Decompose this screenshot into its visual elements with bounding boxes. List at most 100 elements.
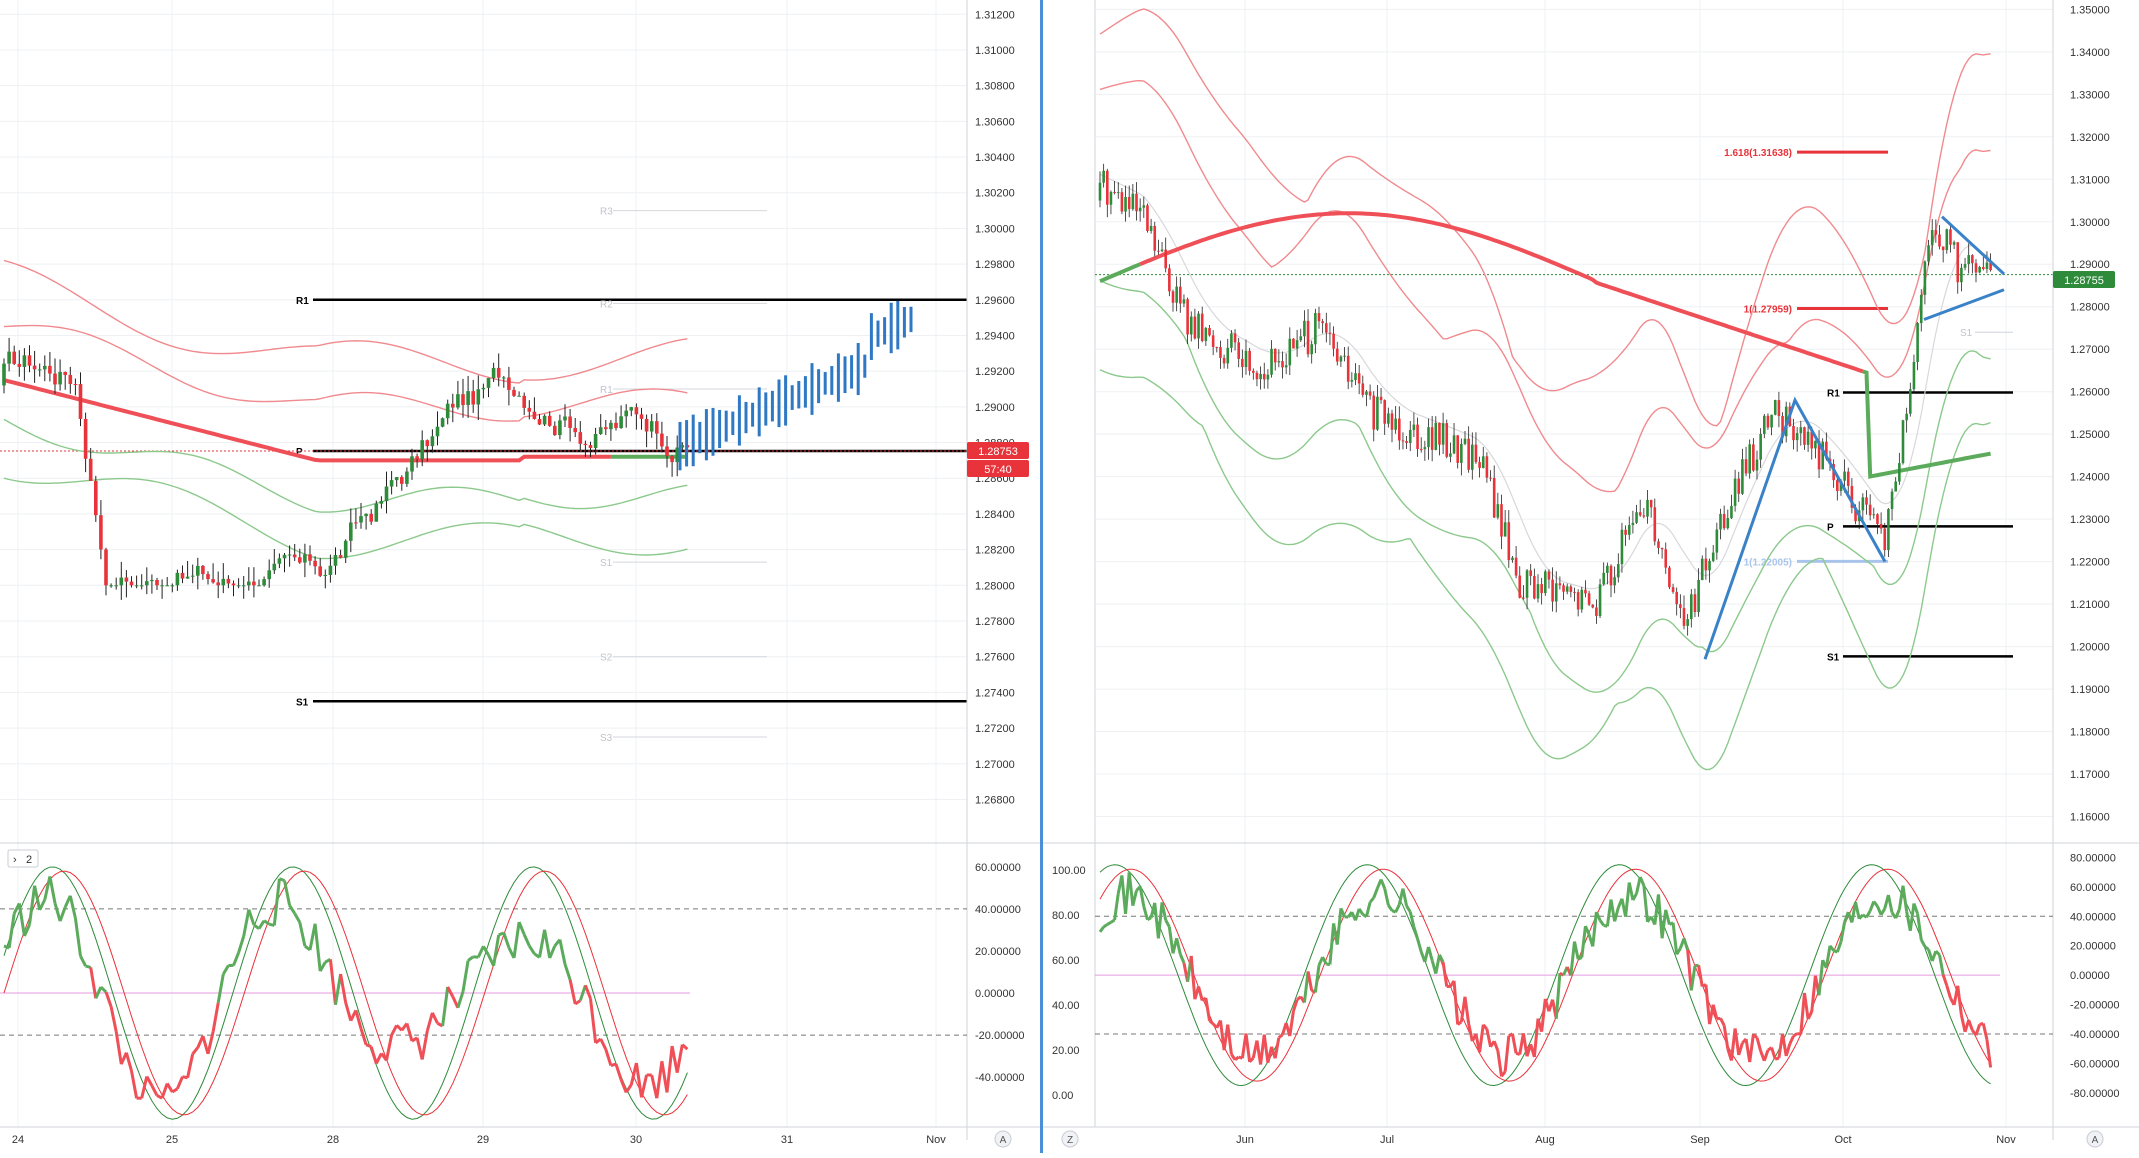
- right-osc-main: [1534, 1019, 1538, 1057]
- zoom-z-button[interactable]: Z: [1062, 1131, 1078, 1147]
- left-x-tick: 30: [630, 1134, 642, 1146]
- right-osc-tick: -40.00000: [2070, 1029, 2120, 1041]
- right-osc-main: [1786, 1044, 1790, 1056]
- left-candle-body: [150, 580, 154, 581]
- left-candle-body: [665, 446, 669, 455]
- left-auto-scale-button[interactable]: A: [995, 1131, 1011, 1147]
- right-auto-scale-button[interactable]: A: [2087, 1131, 2103, 1147]
- right-osc-main: [1684, 939, 1688, 951]
- left-candle-body: [283, 555, 287, 559]
- right-level-label: R1: [1827, 389, 1840, 400]
- left-candle-body: [155, 580, 159, 585]
- left-candle-body: [186, 577, 190, 579]
- left-osc-main: [519, 922, 524, 934]
- left-candle-body: [109, 585, 113, 586]
- right-candle-body: [1464, 439, 1467, 444]
- left-osc-main: [116, 1032, 121, 1065]
- right-osc-left-tick: 40.00: [1052, 1000, 1080, 1012]
- left-osc-main: [111, 1007, 116, 1032]
- left-osc-main: [142, 1076, 147, 1098]
- left-candle-body: [584, 444, 588, 445]
- left-osc-main: [458, 992, 463, 1008]
- right-candle-body: [1164, 250, 1167, 269]
- right-candle-body: [1285, 365, 1288, 367]
- right-candle-body: [1354, 373, 1357, 380]
- right-candle-body: [1686, 619, 1689, 626]
- right-osc-left-tick: 20.00: [1052, 1045, 1080, 1057]
- right-x-tick: Sep: [1690, 1134, 1710, 1146]
- left-osc-main: [274, 879, 279, 926]
- left-osc-main: [244, 910, 249, 937]
- left-candle-body: [349, 522, 353, 540]
- right-candle-body: [1372, 396, 1375, 430]
- left-x-tick: 29: [477, 1134, 489, 1146]
- left-candle-body: [329, 566, 333, 575]
- left-candle-body: [528, 408, 532, 412]
- left-candle-body: [492, 368, 496, 378]
- left-osc-main: [147, 1076, 152, 1085]
- right-last-price-tag[interactable]: 1.28755: [2053, 271, 2115, 288]
- left-osc-main: [101, 987, 106, 992]
- left-candle-body: [502, 377, 506, 378]
- right-osc-main: [1691, 966, 1695, 991]
- left-last-price-tag[interactable]: 1.28753 57:40: [967, 442, 1029, 477]
- right-osc-main: [1104, 924, 1108, 926]
- left-candle-body: [609, 423, 613, 429]
- right-candle-body: [1909, 389, 1912, 414]
- left-candle-body: [548, 416, 552, 426]
- right-candle-body: [1756, 460, 1759, 471]
- osc-badge-count: 2: [26, 854, 32, 866]
- right-osc-main: [1523, 1033, 1527, 1056]
- left-osc-main: [565, 964, 570, 980]
- left-osc-main: [55, 903, 60, 921]
- right-osc-main: [1418, 939, 1422, 952]
- left-candle-body: [252, 582, 256, 586]
- right-time-axis: JunJulAugSepOctNov: [1236, 1134, 2016, 1146]
- right-osc-main: [1140, 887, 1144, 907]
- right-osc-tick: 40.00000: [2070, 911, 2116, 923]
- left-x-tick: 24: [12, 1134, 24, 1146]
- right-candle-body: [1500, 504, 1503, 536]
- left-candle-body: [43, 366, 47, 369]
- right-candle-body: [1734, 479, 1737, 506]
- right-candle-body: [1752, 444, 1755, 470]
- right-y-tick: 1.33000: [2070, 89, 2110, 101]
- right-candle-body: [1153, 226, 1156, 251]
- right-osc-main: [1359, 909, 1363, 915]
- fib-label: 1.618(1.31638): [1724, 148, 1792, 159]
- right-osc-main: [1666, 910, 1670, 925]
- right-candle-body: [1581, 590, 1584, 610]
- right-osc-main: [1640, 877, 1644, 886]
- right-osc-main: [1856, 902, 1860, 919]
- right-last-price: 1.28755: [2064, 275, 2104, 287]
- right-osc-main: [1439, 955, 1443, 962]
- right-candle-body: [1175, 287, 1178, 303]
- right-candle-body: [1442, 423, 1445, 445]
- right-candle-body: [1675, 592, 1678, 604]
- left-osc-main: [387, 1035, 392, 1060]
- right-candle-body: [1482, 456, 1485, 468]
- left-faint-label: S2: [600, 653, 613, 664]
- right-candle-body: [1584, 590, 1587, 594]
- right-candle-body: [1449, 453, 1452, 456]
- left-candle-body: [222, 579, 226, 585]
- left-osc-main: [40, 900, 45, 910]
- right-ma-green-end: [1863, 371, 1991, 476]
- panel-divider[interactable]: [1040, 0, 1043, 1153]
- right-osc-main: [1699, 965, 1703, 986]
- right-candle-body: [1197, 314, 1200, 339]
- right-candle-body: [1380, 397, 1383, 400]
- right-candle-body: [1435, 423, 1438, 450]
- right-candle-body: [1332, 334, 1335, 349]
- right-candle-body: [1267, 375, 1270, 380]
- left-candle-body: [522, 396, 526, 408]
- right-candle-body: [1887, 509, 1890, 550]
- right-osc-main: [1764, 1050, 1768, 1061]
- right-candle-body: [1920, 295, 1923, 323]
- right-candle-body: [1628, 525, 1631, 535]
- left-osc-badge[interactable]: › 2: [8, 850, 38, 867]
- left-osc-main: [126, 1053, 131, 1071]
- right-osc-main: [1107, 922, 1111, 924]
- right-osc-main: [1385, 889, 1389, 906]
- right-candle-body: [1121, 192, 1124, 211]
